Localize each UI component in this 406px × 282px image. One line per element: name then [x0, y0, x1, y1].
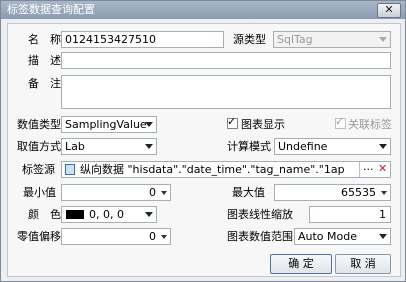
related-tag-checkbox[interactable]: ✓: [335, 115, 346, 129]
name-label: 名 称: [28, 33, 61, 46]
form-panel: 名 称 0124153427510 源类型 SqlTag 描 述 备 注 数值类…: [7, 23, 401, 277]
close-icon: ✕: [384, 3, 394, 16]
calc-mode-value: Undefine: [278, 140, 328, 153]
spin-down-icon[interactable]: [161, 191, 167, 195]
linear-scale-label: 图表线性缩放: [227, 208, 293, 221]
value-range-label: 图表数值范围: [227, 230, 293, 243]
window-title: 标签数据查询配置: [7, 3, 95, 16]
value-range-value: Auto Mode: [298, 230, 358, 243]
linear-scale-input[interactable]: 1: [309, 206, 391, 223]
related-tag-label: 关联标签: [348, 118, 392, 131]
calc-mode-label: 计算模式: [227, 140, 271, 153]
method-select[interactable]: Lab: [61, 138, 157, 155]
method-label: 取值方式: [17, 140, 61, 153]
max-label: 最大值: [232, 186, 265, 199]
source-type-label: 源类型: [233, 33, 266, 46]
color-swatch: [66, 210, 84, 219]
close-button[interactable]: ✕: [377, 3, 401, 18]
value-type-value: SamplingValue: [65, 118, 147, 131]
tag-source-input[interactable]: 纵向数据 "hisdata"."date_time"."tag_name"."1…: [61, 161, 391, 178]
spin-down-icon[interactable]: [381, 191, 387, 195]
zero-offset-value: 0: [149, 230, 156, 243]
max-value: 65535: [341, 186, 376, 199]
description-input[interactable]: [61, 52, 391, 69]
name-input[interactable]: 0124153427510: [61, 31, 224, 48]
dialog-window: 标签数据查询配置 ✕ 名 称 0124153427510 源类型 SqlTag …: [0, 0, 406, 282]
more-icon[interactable]: ···: [363, 162, 374, 177]
tag-source-label: 标签源: [22, 163, 55, 176]
min-value: 0: [149, 186, 156, 199]
source-type-value: SqlTag: [277, 33, 313, 46]
data-source-icon: [65, 164, 75, 175]
separator: [359, 162, 360, 177]
method-value: Lab: [65, 140, 85, 153]
ok-button[interactable]: 确 定: [270, 254, 332, 274]
chart-display-checkbox[interactable]: ✓: [227, 115, 238, 129]
color-picker[interactable]: 0, 0, 0: [61, 206, 157, 223]
chevron-down-icon: [145, 212, 153, 217]
min-label: 最小值: [23, 186, 56, 199]
color-value: 0, 0, 0: [89, 208, 124, 221]
zero-offset-label: 零值偏移: [17, 230, 61, 243]
tag-source-value: 纵向数据 "hisdata"."date_time"."tag_name"."1…: [80, 163, 345, 176]
min-stepper[interactable]: 0: [61, 184, 171, 201]
remark-textarea[interactable]: [61, 75, 391, 109]
check-icon: ✓: [227, 115, 237, 128]
chevron-down-icon: [379, 144, 387, 149]
source-type-select[interactable]: SqlTag: [273, 31, 391, 48]
value-type-label: 数值类型: [17, 118, 61, 131]
max-stepper[interactable]: 65535: [274, 184, 391, 201]
description-label: 描 述: [28, 54, 61, 67]
chevron-down-icon: [379, 234, 387, 239]
spin-down-icon[interactable]: [161, 235, 167, 239]
clear-icon[interactable]: ✕: [378, 162, 387, 176]
title-bar[interactable]: 标签数据查询配置 ✕: [1, 1, 405, 19]
chevron-down-icon: [145, 122, 153, 127]
color-label: 颜 色: [28, 208, 61, 221]
chevron-down-icon: [145, 144, 153, 149]
value-range-select[interactable]: Auto Mode: [294, 228, 391, 245]
cancel-button[interactable]: 取 消: [335, 254, 391, 274]
remark-label: 备 注: [28, 77, 61, 90]
value-type-select[interactable]: SamplingValue: [61, 116, 157, 133]
calc-mode-select[interactable]: Undefine: [274, 138, 391, 155]
chevron-down-icon: [379, 37, 387, 42]
check-icon: ✓: [335, 115, 345, 128]
zero-offset-stepper[interactable]: 0: [61, 228, 171, 245]
chart-display-label: 图表显示: [241, 118, 285, 131]
